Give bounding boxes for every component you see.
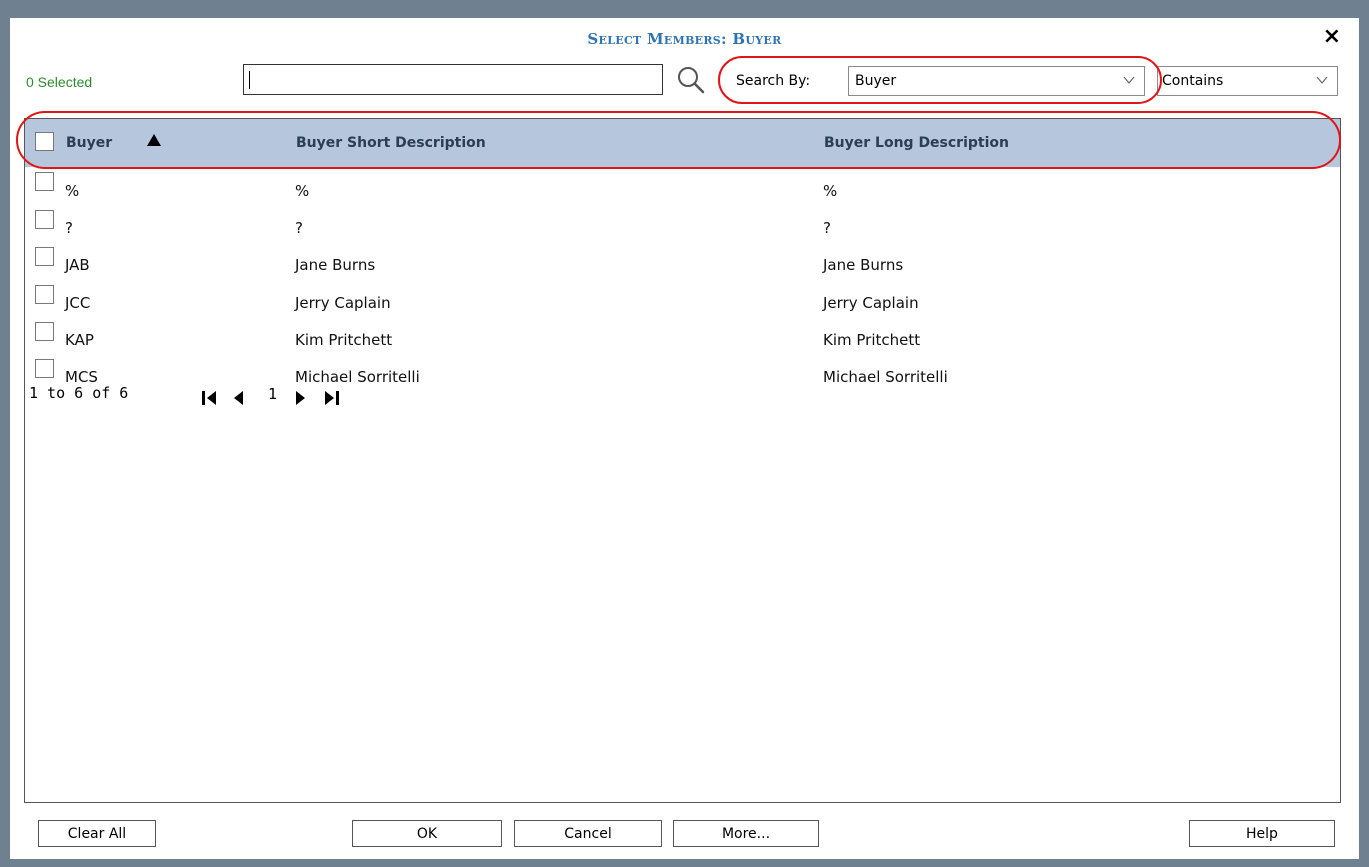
close-icon[interactable]: × — [1323, 26, 1341, 48]
pager-current-page: 1 — [268, 385, 278, 403]
row-short-description: % — [295, 182, 310, 200]
last-page-icon[interactable] — [322, 389, 340, 407]
chevron-down-icon — [1316, 76, 1328, 84]
row-long-description: Jerry Caplain — [823, 294, 919, 312]
match-mode-select[interactable]: Contains — [1157, 66, 1338, 96]
search-input[interactable] — [243, 64, 663, 95]
help-button[interactable]: Help — [1189, 820, 1335, 847]
row-checkbox[interactable] — [35, 322, 54, 341]
next-page-icon[interactable] — [293, 389, 307, 407]
first-page-icon[interactable] — [201, 389, 219, 407]
row-buyer: KAP — [65, 331, 94, 349]
prev-page-icon[interactable] — [232, 389, 246, 407]
row-buyer: ? — [65, 219, 73, 237]
clear-all-button[interactable]: Clear All — [38, 820, 156, 847]
row-long-description: Jane Burns — [823, 256, 904, 274]
row-checkbox[interactable] — [35, 210, 54, 229]
search-by-highlight — [718, 56, 1162, 104]
search-icon[interactable] — [676, 65, 706, 95]
row-long-description: Kim Pritchett — [823, 331, 921, 349]
row-short-description: Michael Sorritelli — [295, 368, 420, 386]
row-short-description: Kim Pritchett — [295, 331, 393, 349]
row-long-description: ? — [823, 219, 831, 237]
row-buyer: JCC — [65, 294, 91, 312]
row-short-description: Jerry Caplain — [295, 294, 391, 312]
row-checkbox[interactable] — [35, 285, 54, 304]
dialog-title: Select Members: Buyer — [587, 30, 782, 48]
row-checkbox[interactable] — [35, 247, 54, 266]
members-grid: Buyer Buyer Short Description Buyer Long… — [24, 118, 1341, 803]
row-long-description: Michael Sorritelli — [823, 368, 948, 386]
more-button[interactable]: More... — [673, 820, 819, 847]
header-highlight — [16, 111, 1341, 169]
row-short-description: ? — [295, 219, 303, 237]
selected-count: 0 Selected — [26, 74, 93, 90]
match-mode-value: Contains — [1162, 73, 1224, 89]
row-buyer: JAB — [65, 256, 90, 274]
cancel-button[interactable]: Cancel — [514, 820, 662, 847]
row-checkbox[interactable] — [35, 172, 54, 191]
ok-button[interactable]: OK — [352, 820, 502, 847]
pager-range: 1 to 6 of 6 — [29, 384, 129, 402]
text-caret — [249, 71, 250, 89]
row-buyer: % — [65, 182, 80, 200]
select-members-dialog: Select Members: Buyer × 0 Selected Searc… — [10, 18, 1359, 859]
row-checkbox[interactable] — [35, 359, 54, 378]
row-long-description: % — [823, 182, 838, 200]
row-short-description: Jane Burns — [295, 256, 376, 274]
